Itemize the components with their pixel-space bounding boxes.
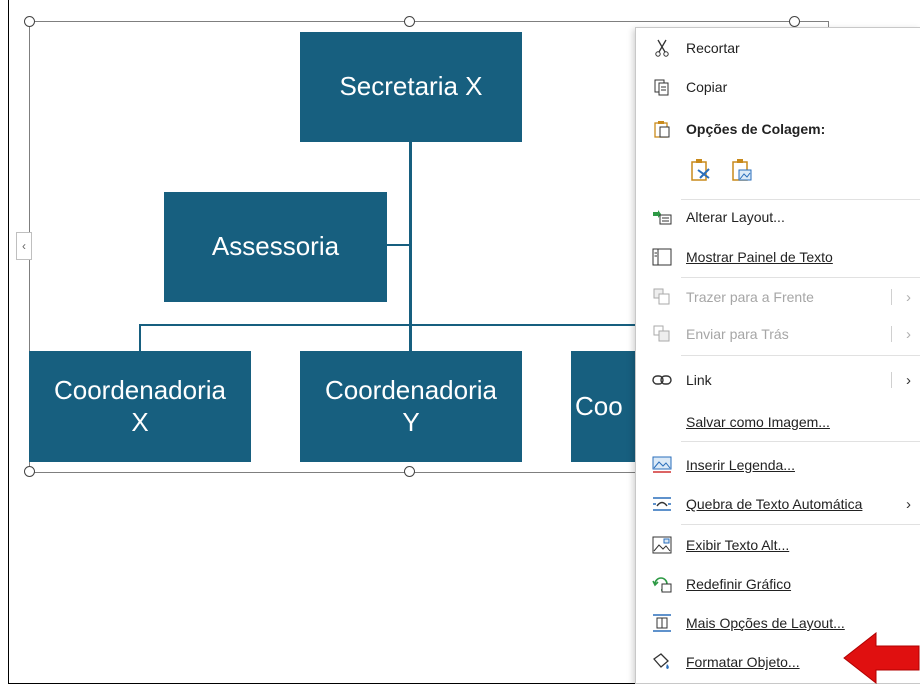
context-menu: Recortar Copiar Opções de Colagem: Alter… — [635, 27, 920, 684]
menu-label-insert-caption: Inserir Legenda... — [686, 457, 795, 473]
menu-item-reset-graphic[interactable]: Redefinir Gráfico — [636, 569, 920, 599]
send-back-icon — [652, 324, 672, 344]
chevron-right-icon: › — [906, 371, 911, 389]
menu-item-insert-caption[interactable]: Inserir Legenda... — [636, 450, 920, 480]
menu-label-reset-graphic: Redefinir Gráfico — [686, 576, 792, 592]
menu-item-cut[interactable]: Recortar — [636, 33, 920, 63]
paste-option-buttons — [686, 154, 766, 188]
node-child-1-line2: X — [131, 406, 149, 437]
submenu-divider — [891, 326, 892, 342]
paste-keep-icon[interactable] — [689, 158, 713, 187]
chevron-right-icon: › — [906, 288, 911, 306]
menu-label-change-layout: Alterar Layout... — [686, 209, 785, 225]
node-child-1[interactable]: Coordenadoria X — [29, 351, 251, 462]
paste-picture-icon[interactable] — [730, 158, 754, 187]
menu-label-cut: Recortar — [686, 40, 740, 56]
menu-label-alt-text: Exibir Texto Alt... — [686, 537, 790, 553]
link-icon — [652, 370, 672, 390]
resize-handle-bottom-left[interactable] — [24, 466, 35, 477]
menu-label-link: Link — [686, 372, 712, 388]
menu-label-format-object: Formatar Objeto... — [686, 654, 800, 670]
node-child-1-line1: Coordenadoria — [53, 375, 226, 406]
menu-label-paste-options: Opções de Colagem: — [686, 121, 826, 137]
resize-handle-top-left[interactable] — [24, 16, 35, 27]
node-assistant[interactable]: Assessoria — [164, 192, 387, 302]
format-object-icon — [652, 652, 672, 672]
text-pane-icon — [652, 247, 672, 267]
bring-front-icon — [652, 287, 672, 307]
menu-separator — [681, 524, 920, 525]
node-child-3[interactable]: Coo — [571, 351, 641, 462]
menu-separator — [681, 441, 920, 442]
node-child-2-line1: Coordenadoria — [324, 375, 497, 406]
text-pane-toggle[interactable]: ‹ — [16, 232, 32, 260]
layout-icon — [652, 207, 672, 227]
connector-child-1 — [139, 324, 141, 352]
submenu-divider — [891, 289, 892, 305]
node-child-2[interactable]: Coordenadoria Y — [300, 351, 522, 462]
layout-options-icon — [652, 613, 672, 633]
connector-horizontal — [139, 324, 639, 326]
menu-item-copy[interactable]: Copiar — [636, 72, 920, 102]
menu-label-show-text-pane: Mostrar Painel de Texto — [686, 249, 833, 265]
menu-label-save-as-image: Salvar como Imagem... — [686, 414, 830, 430]
menu-item-save-as-image[interactable]: Salvar como Imagem... — [636, 407, 920, 437]
menu-label-send-to-back: Enviar para Trás — [686, 326, 789, 342]
menu-item-change-layout[interactable]: Alterar Layout... — [636, 202, 920, 232]
node-child-2-line2: Y — [402, 406, 420, 437]
menu-label-bring-to-front: Trazer para a Frente — [686, 289, 814, 305]
caption-icon — [652, 455, 672, 475]
resize-handle-top-center[interactable] — [404, 16, 415, 27]
menu-label-wrap-text: Quebra de Texto Automática — [686, 496, 863, 512]
connector-assistant — [387, 244, 410, 246]
node-child-3-line1: Coo — [575, 390, 623, 421]
copy-icon — [652, 77, 672, 97]
menu-separator — [681, 355, 920, 356]
annotation-arrow — [843, 632, 920, 684]
menu-label-more-layout-options: Mais Opções de Layout... — [686, 615, 845, 631]
menu-label-copy: Copiar — [686, 79, 728, 95]
menu-item-show-text-pane[interactable]: Mostrar Painel de Texto — [636, 242, 920, 272]
resize-handle-top-right[interactable] — [789, 16, 800, 27]
node-top[interactable]: Secretaria X — [300, 32, 522, 142]
clipboard-icon — [652, 119, 672, 139]
menu-item-link[interactable]: Link › — [636, 365, 920, 395]
menu-separator — [681, 199, 920, 200]
resize-handle-bottom-center[interactable] — [404, 466, 415, 477]
chevron-right-icon: › — [906, 495, 911, 513]
menu-item-bring-to-front[interactable]: Trazer para a Frente › — [636, 282, 920, 312]
wrap-text-icon — [652, 494, 672, 514]
menu-item-alt-text[interactable]: Exibir Texto Alt... — [636, 530, 920, 560]
menu-separator — [681, 277, 920, 278]
menu-item-wrap-text[interactable]: Quebra de Texto Automática › — [636, 489, 920, 519]
chevron-right-icon: › — [906, 325, 911, 343]
menu-item-send-to-back[interactable]: Enviar para Trás › — [636, 319, 920, 349]
alt-text-icon — [652, 535, 672, 555]
scissors-icon — [652, 38, 672, 58]
submenu-divider — [891, 372, 892, 388]
connector-vertical-main — [409, 141, 412, 352]
reset-graphic-icon — [652, 574, 672, 594]
collapse-chevron-icon: ‹ — [22, 239, 26, 253]
menu-item-paste-options: Opções de Colagem: — [636, 114, 920, 144]
